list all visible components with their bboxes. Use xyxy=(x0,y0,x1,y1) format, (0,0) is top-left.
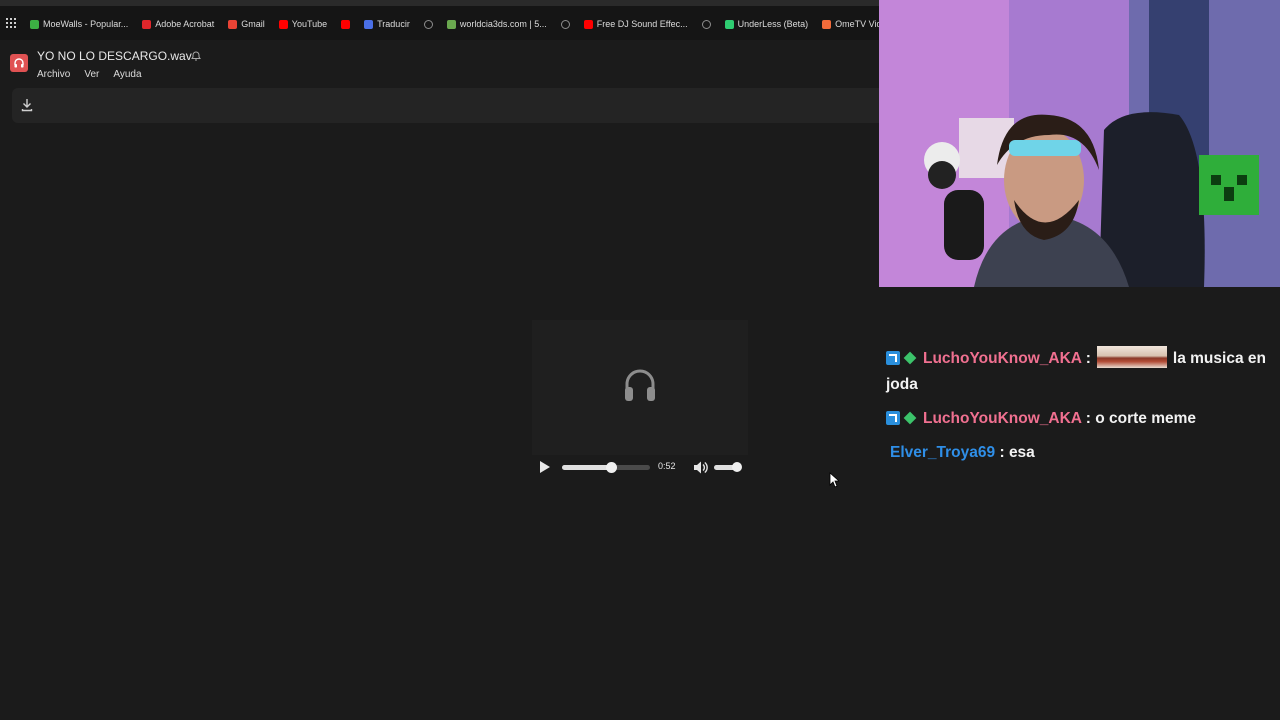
chat-separator: : xyxy=(999,444,1005,461)
translate-icon xyxy=(364,19,374,29)
bookmark-label: OmeTV Video Chat... xyxy=(835,19,880,29)
bookmark-label: Traducir xyxy=(377,19,410,29)
menu-archivo[interactable]: Archivo xyxy=(37,69,70,80)
bookmark-item[interactable] xyxy=(341,19,351,29)
globe-icon xyxy=(423,19,433,29)
share-status-icon[interactable] xyxy=(190,50,202,65)
bookmark-item[interactable]: MoeWalls - Popular... xyxy=(30,19,128,29)
acrobat-icon xyxy=(142,19,152,29)
chat-separator: : xyxy=(1085,350,1091,367)
bookmark-item[interactable]: YouTube xyxy=(278,19,328,29)
bookmark-item[interactable]: Traducir xyxy=(364,19,410,29)
headphones-icon xyxy=(625,369,655,401)
chat-text: o corte meme xyxy=(1095,410,1197,427)
chat-text: esa xyxy=(1008,444,1035,461)
webcam-image xyxy=(879,0,1280,287)
chat-username[interactable]: LuchoYouKnow_AKA xyxy=(923,410,1081,427)
download-icon[interactable] xyxy=(21,98,33,112)
screen: MoeWalls - Popular... Adobe Acrobat Gmail Y… xyxy=(0,0,1280,720)
audio-file-icon xyxy=(10,54,28,72)
bookmark-label: YouTube xyxy=(291,19,328,29)
gem-badge-icon xyxy=(903,351,917,365)
vip-badge-icon xyxy=(886,351,900,365)
globe-icon xyxy=(701,19,711,29)
bookmark-label: MoeWalls - Popular... xyxy=(43,19,129,29)
menu-ayuda[interactable]: Ayuda xyxy=(113,69,141,80)
underless-icon xyxy=(724,19,734,29)
bookmark-item[interactable]: Free DJ Sound Effec... xyxy=(583,19,688,29)
chat-username[interactable]: Elver_Troya69 xyxy=(890,444,995,461)
menu-bar: Archivo Ver Ayuda xyxy=(37,69,142,80)
emote-image xyxy=(1096,346,1167,368)
time-display: 0:52 xyxy=(658,461,676,471)
volume-thumb[interactable] xyxy=(732,462,743,472)
mouse-cursor-icon xyxy=(829,472,839,488)
apps-grid-icon[interactable] xyxy=(6,18,16,28)
chat-separator: : xyxy=(1085,410,1091,427)
menu-ver[interactable]: Ver xyxy=(84,69,99,80)
bookmark-item[interactable] xyxy=(560,19,570,29)
seek-progress xyxy=(562,465,612,470)
chat-message: Elver_Troya69 : esa xyxy=(886,440,1276,466)
worldcia-icon xyxy=(446,19,456,29)
volume-slider[interactable] xyxy=(714,462,743,472)
chat-badges xyxy=(886,351,917,365)
stream-chat: LuchoYouKnow_AKA : la musica en joda Luch… xyxy=(886,346,1276,474)
chat-message: LuchoYouKnow_AKA : o corte meme xyxy=(886,406,1276,432)
bookmark-label: worldcia3ds.com | 5... xyxy=(459,19,547,29)
bookmark-label: Adobe Acrobat xyxy=(155,19,215,29)
gem-badge-icon xyxy=(903,411,917,425)
chat-badges xyxy=(886,411,917,425)
toolbar xyxy=(12,88,880,123)
bookmark-label: Free DJ Sound Effec... xyxy=(596,19,688,29)
gmail-icon xyxy=(228,19,238,29)
audio-controls: 0:52 xyxy=(532,455,748,481)
chat-username[interactable]: LuchoYouKnow_AKA xyxy=(923,350,1081,367)
volume-icon[interactable] xyxy=(693,460,708,475)
youtube-icon xyxy=(278,19,288,29)
bookmark-item[interactable]: UnderLess (Beta) xyxy=(724,19,809,29)
document-header: YO NO LO DESCARGO.wav Archivo Ver Ayuda xyxy=(0,40,880,88)
vip-badge-icon xyxy=(886,411,900,425)
document-title[interactable]: YO NO LO DESCARGO.wav xyxy=(37,49,192,63)
bookmark-item[interactable] xyxy=(701,19,711,29)
webcam-overlay xyxy=(879,0,1280,287)
ometv-icon xyxy=(822,19,832,29)
bookmark-label: Gmail xyxy=(241,19,265,29)
play-button[interactable] xyxy=(540,461,550,473)
bookmark-item[interactable]: Gmail xyxy=(228,19,265,29)
youtube-icon xyxy=(341,19,351,29)
bookmark-item[interactable] xyxy=(423,19,433,29)
moewalls-icon xyxy=(30,19,39,29)
bookmark-label: UnderLess (Beta) xyxy=(737,19,809,29)
chat-message: LuchoYouKnow_AKA : la musica en joda xyxy=(886,346,1276,398)
bookmark-item[interactable]: Adobe Acrobat xyxy=(142,19,214,29)
globe-icon xyxy=(560,19,570,29)
seek-thumb[interactable] xyxy=(606,462,618,473)
youtube-icon xyxy=(583,19,593,29)
bookmark-item[interactable]: worldcia3ds.com | 5... xyxy=(446,19,547,29)
seek-slider[interactable] xyxy=(562,462,650,473)
bookmark-item[interactable]: OmeTV Video Chat... xyxy=(822,19,880,29)
